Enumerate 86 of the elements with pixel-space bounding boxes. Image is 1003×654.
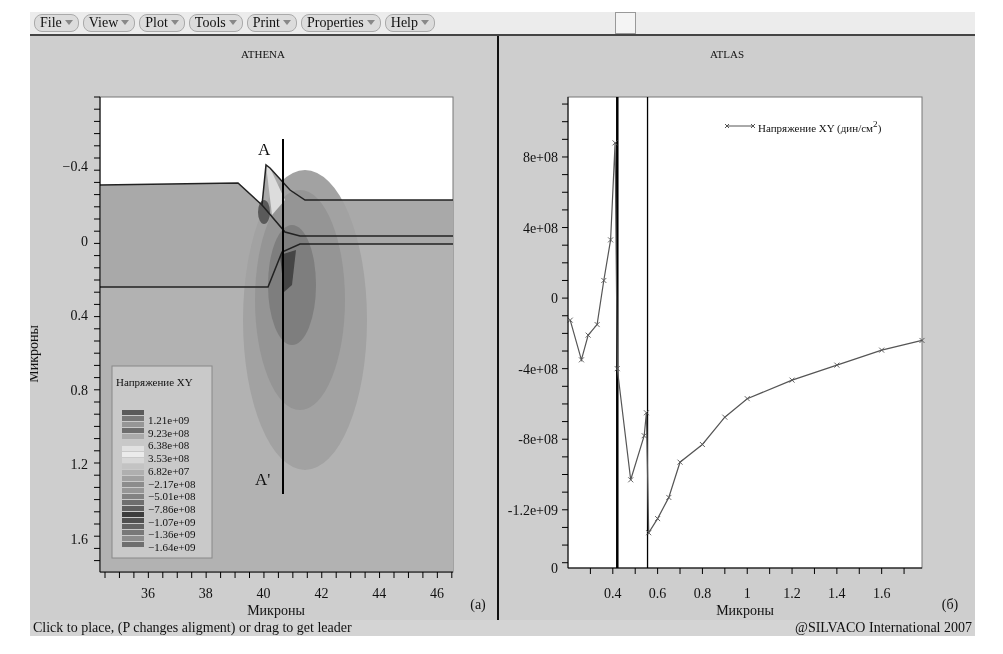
data-point (567, 317, 574, 324)
data-point (919, 337, 925, 344)
tick-label: 0 (551, 561, 558, 576)
legend-value: 6.38e+08 (148, 439, 190, 452)
data-point (643, 409, 650, 416)
legend-value: −2.17e+08 (148, 477, 196, 490)
legend-value: −1.64e+09 (148, 541, 196, 553)
tick-label: 1.2 (783, 586, 801, 601)
data-point (627, 476, 634, 483)
tick-label: 0 (81, 233, 88, 249)
data-point (833, 362, 840, 369)
data-point (600, 277, 607, 284)
legend-value: −1.36e+09 (148, 528, 196, 541)
menu-button[interactable]: Properties (301, 14, 381, 32)
menu-button[interactable]: View (82, 14, 136, 32)
tick-label: 0.6 (648, 586, 667, 601)
tick-label: 38 (198, 586, 213, 601)
menu-button[interactable]: Tools (188, 14, 243, 32)
tick-label: 1.6 (70, 531, 88, 547)
data-point (744, 395, 751, 402)
legend-line-icon (725, 122, 755, 131)
data-point (585, 332, 592, 339)
menu-button[interactable]: File (34, 14, 79, 32)
data-point (654, 515, 661, 522)
caret-icon (64, 20, 73, 26)
caret-icon (170, 20, 179, 26)
tick-label: 1.6 (872, 586, 891, 601)
data-point (645, 529, 652, 536)
data-point (677, 459, 683, 466)
legend-value: −5.01e+08 (148, 490, 196, 503)
legend-value: −7.86e+08 (148, 502, 196, 515)
tick-label: 40 (256, 586, 271, 601)
panel-title: ATHENA (241, 48, 285, 60)
data-point (699, 441, 706, 448)
data-point (607, 236, 614, 243)
legend-title: Напряжение XY (116, 376, 193, 388)
tick-label: -8e+08 (518, 432, 558, 448)
status-hint: Click to place, (P changes aligment) or drag to get leader (33, 620, 352, 636)
tick-label: 46 (430, 586, 444, 601)
axis-label: Микроны (247, 603, 305, 618)
cut-label: A' (255, 470, 271, 489)
copyright-text: @SILVACO International 2007 (795, 620, 972, 636)
data-point (594, 321, 601, 328)
tick-label: 0.8 (70, 382, 88, 398)
legend-label: Напряжение XY (дин/см$^{2}$) (758, 119, 882, 134)
caret-icon (283, 20, 291, 26)
tick-label: 1.2 (70, 457, 88, 472)
legend-value: 6.82e+07 (148, 464, 190, 477)
caret-icon (121, 20, 130, 26)
tick-label: 44 (372, 586, 387, 601)
tick-label: 1 (743, 586, 751, 601)
data-point (721, 414, 728, 421)
tick-label: 1.4 (828, 586, 846, 601)
tick-label: -4e+08 (518, 361, 558, 377)
data-point (789, 377, 795, 384)
tick-label: 8e+08 (522, 150, 558, 165)
legend-value: 9.23e+08 (148, 426, 190, 439)
data-point (665, 494, 672, 501)
menu-button[interactable]: Print (246, 14, 297, 32)
tick-label: -1.2e+09 (507, 502, 558, 518)
tick-label: 0.8 (693, 586, 712, 601)
legend-value: 1.21e+09 (148, 414, 190, 426)
menu-button[interactable]: Help (384, 14, 435, 32)
cut-label: A (258, 140, 271, 159)
legend-value: −1.07e+09 (148, 515, 196, 528)
tick-label: 0.4 (604, 586, 622, 601)
panel-label: (a) (470, 597, 486, 612)
tick-label: 0.4 (70, 308, 88, 323)
data-point (614, 365, 621, 372)
caret-icon (421, 20, 429, 26)
data-point (612, 139, 618, 146)
tick-label: 4e+08 (522, 220, 558, 236)
tick-label: −0.4 (62, 159, 88, 174)
data-point (878, 347, 885, 354)
tick-label: 36 (141, 586, 155, 601)
axis-label: Микроны (716, 603, 774, 618)
caret-icon (228, 20, 237, 26)
panel-title: ATLAS (709, 48, 745, 60)
tick-label: 42 (314, 586, 329, 601)
panel-label: (б) (941, 597, 959, 612)
legend-value: 3.53e+08 (148, 452, 190, 465)
caret-icon (366, 20, 375, 26)
tick-label: 0 (551, 291, 558, 307)
data-point (578, 356, 585, 363)
menu-button[interactable]: Plot (139, 14, 185, 32)
data-point (641, 432, 648, 439)
